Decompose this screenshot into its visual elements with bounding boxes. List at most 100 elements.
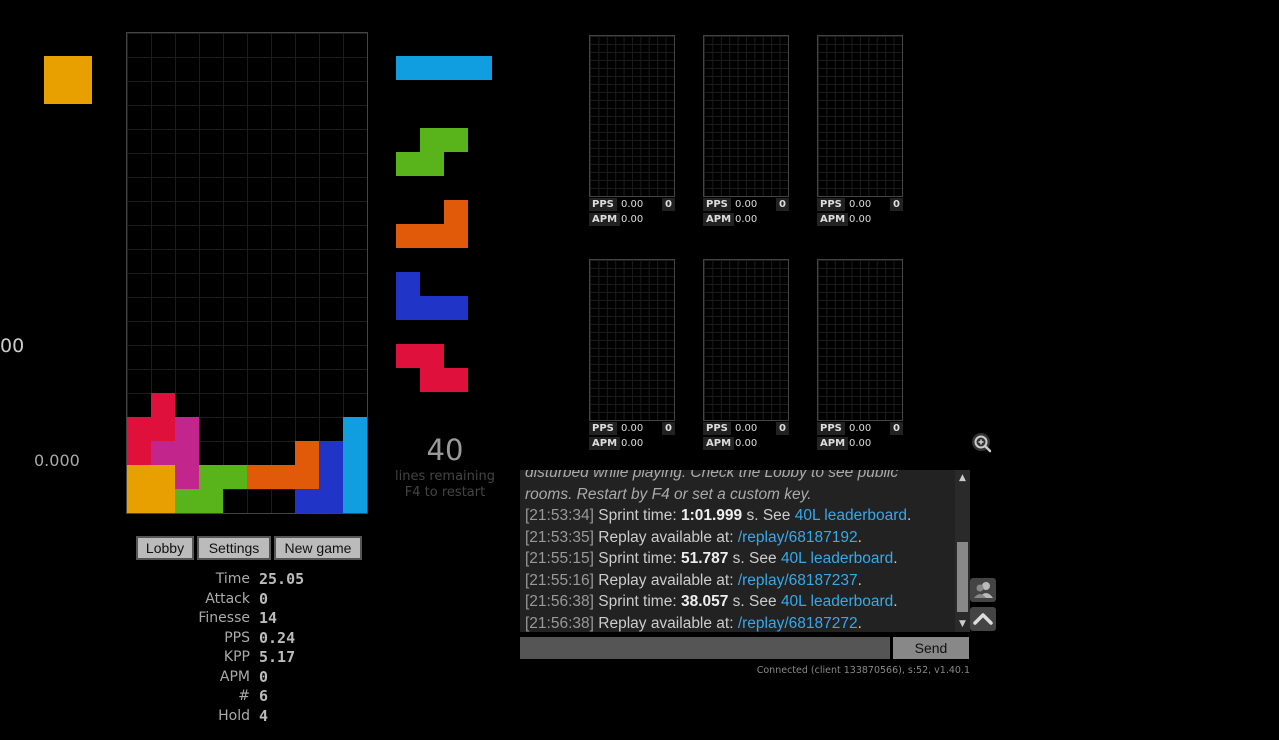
chat-input[interactable] xyxy=(520,637,890,659)
piece-block xyxy=(444,200,468,224)
message-time-value: 51.787 xyxy=(680,550,729,567)
opponent-badge: 0 xyxy=(890,198,903,211)
board-block xyxy=(175,465,199,489)
board-block xyxy=(127,417,151,441)
game-board[interactable] xyxy=(126,32,368,514)
stat-value: 6 xyxy=(259,687,269,705)
message-text: . xyxy=(857,528,862,546)
board-block xyxy=(151,417,175,441)
opponent-badge: 0 xyxy=(662,422,675,435)
opponent-badge: 0 xyxy=(890,422,903,435)
message-link[interactable]: 40L leaderboard xyxy=(781,550,893,567)
message-timestamp: [21:53:34] xyxy=(525,507,594,524)
chat-message: [21:55:16] Replay available at: /replay/… xyxy=(525,570,955,592)
message-timestamp: [21:56:38] xyxy=(525,593,594,610)
board-block xyxy=(127,489,151,513)
apm-value: 0.00 xyxy=(849,438,872,449)
message-link[interactable]: 40L leaderboard xyxy=(781,593,893,610)
message-link[interactable]: /replay/68187237 xyxy=(738,572,858,589)
board-block xyxy=(343,441,367,465)
board-block xyxy=(175,441,199,465)
stat-label: Time xyxy=(215,571,250,587)
piece-block xyxy=(420,344,444,368)
board-block xyxy=(295,465,319,489)
board-block xyxy=(319,465,343,489)
message-text: s. See xyxy=(728,593,781,610)
magnifier-plus-icon[interactable] xyxy=(970,431,994,455)
message-text: s. See xyxy=(728,550,781,567)
chat-scrollbar[interactable]: ▲ ▼ xyxy=(955,470,970,632)
message-link[interactable]: /replay/68187192 xyxy=(738,529,858,546)
opponent-pps-row: PPS 0.00 0 xyxy=(703,197,789,212)
chat-intro-line: disturbed while playing. Check the Lobby… xyxy=(525,470,899,481)
opponent-slot: PPS 0.00 0 APM 0.00 xyxy=(703,259,789,451)
new-game-button[interactable]: New game xyxy=(274,536,362,560)
hold-piece-o xyxy=(44,56,92,104)
message-link[interactable]: 40L leaderboard xyxy=(795,507,907,524)
send-button[interactable]: Send xyxy=(893,637,969,659)
board-block xyxy=(151,465,175,489)
stat-value: 0.24 xyxy=(259,628,296,647)
opponent-badge: 0 xyxy=(662,198,675,211)
scroll-thumb[interactable] xyxy=(957,542,968,612)
opponent-slot: PPS 0.00 0 APM 0.00 xyxy=(589,259,675,451)
pps-value: 0.00 xyxy=(849,423,872,434)
board-block xyxy=(175,489,199,513)
piece-block xyxy=(468,56,492,80)
message-timestamp: [21:55:15] xyxy=(525,550,594,567)
board-block xyxy=(151,441,175,465)
piece-block xyxy=(420,296,444,320)
lines-remaining-hint: lines remaining F4 to restart xyxy=(386,469,504,501)
opponent-slot: PPS 0.00 0 APM 0.00 xyxy=(817,259,903,451)
message-text: Sprint time: xyxy=(593,507,681,524)
pps-label: PPS xyxy=(817,198,845,211)
chat-log[interactable]: disturbed while playing. Check the Lobby… xyxy=(520,470,970,632)
pps-label: PPS xyxy=(589,422,617,435)
stat-value: 4 xyxy=(259,706,269,725)
opponent-slot: PPS 0.00 0 APM 0.00 xyxy=(817,35,903,227)
board-block xyxy=(127,465,151,489)
message-text: Sprint time: xyxy=(593,550,681,567)
scroll-up-arrow-icon[interactable]: ▲ xyxy=(955,472,970,484)
stat-value: 14 xyxy=(259,609,278,627)
message-text: Replay available at: xyxy=(593,571,738,589)
settings-button[interactable]: Settings xyxy=(197,536,271,560)
message-time-value: 38.057 xyxy=(680,593,729,610)
stat-value: 0 xyxy=(259,589,269,608)
opponent-pps-row: PPS 0.00 0 xyxy=(703,421,789,436)
board-block xyxy=(343,417,367,441)
users-icon[interactable] xyxy=(970,578,996,602)
apm-value: 0.00 xyxy=(849,214,872,225)
pps-label: PPS xyxy=(589,198,617,211)
lobby-button[interactable]: Lobby xyxy=(136,536,194,560)
pps-label: PPS xyxy=(817,422,845,435)
cut-off-counter: 00 xyxy=(0,335,25,357)
stat-label: # xyxy=(238,688,250,704)
message-text: . xyxy=(907,507,912,524)
stat-label: Finesse xyxy=(198,610,250,626)
chevron-up-icon[interactable] xyxy=(970,607,996,631)
opponent-apm-row: APM 0.00 xyxy=(703,436,789,451)
opponent-apm-row: APM 0.00 xyxy=(817,212,903,227)
apm-label: APM xyxy=(589,437,621,450)
stat-label: KPP xyxy=(223,649,250,665)
opponent-board xyxy=(817,35,903,197)
board-block xyxy=(223,465,247,489)
opponent-board xyxy=(589,259,675,421)
apm-label: APM xyxy=(703,437,735,450)
stat-label: Attack xyxy=(205,590,250,607)
opponent-apm-row: APM 0.00 xyxy=(589,212,675,227)
pps-label: PPS xyxy=(703,198,731,211)
opponent-apm-row: APM 0.00 xyxy=(589,436,675,451)
piece-block xyxy=(420,128,444,152)
piece-block xyxy=(396,152,420,176)
stat-label: Hold xyxy=(218,707,250,724)
stat-value: 5.17 xyxy=(259,648,296,666)
board-block xyxy=(343,489,367,513)
message-text: . xyxy=(893,550,898,567)
opponent-pps-row: PPS 0.00 0 xyxy=(589,421,675,436)
chat-message: [21:56:38] Sprint time: 38.057 s. See 40… xyxy=(525,591,955,613)
next-queue xyxy=(396,56,496,396)
message-link[interactable]: /replay/68187272 xyxy=(738,615,858,632)
scroll-down-arrow-icon[interactable]: ▼ xyxy=(955,618,970,630)
